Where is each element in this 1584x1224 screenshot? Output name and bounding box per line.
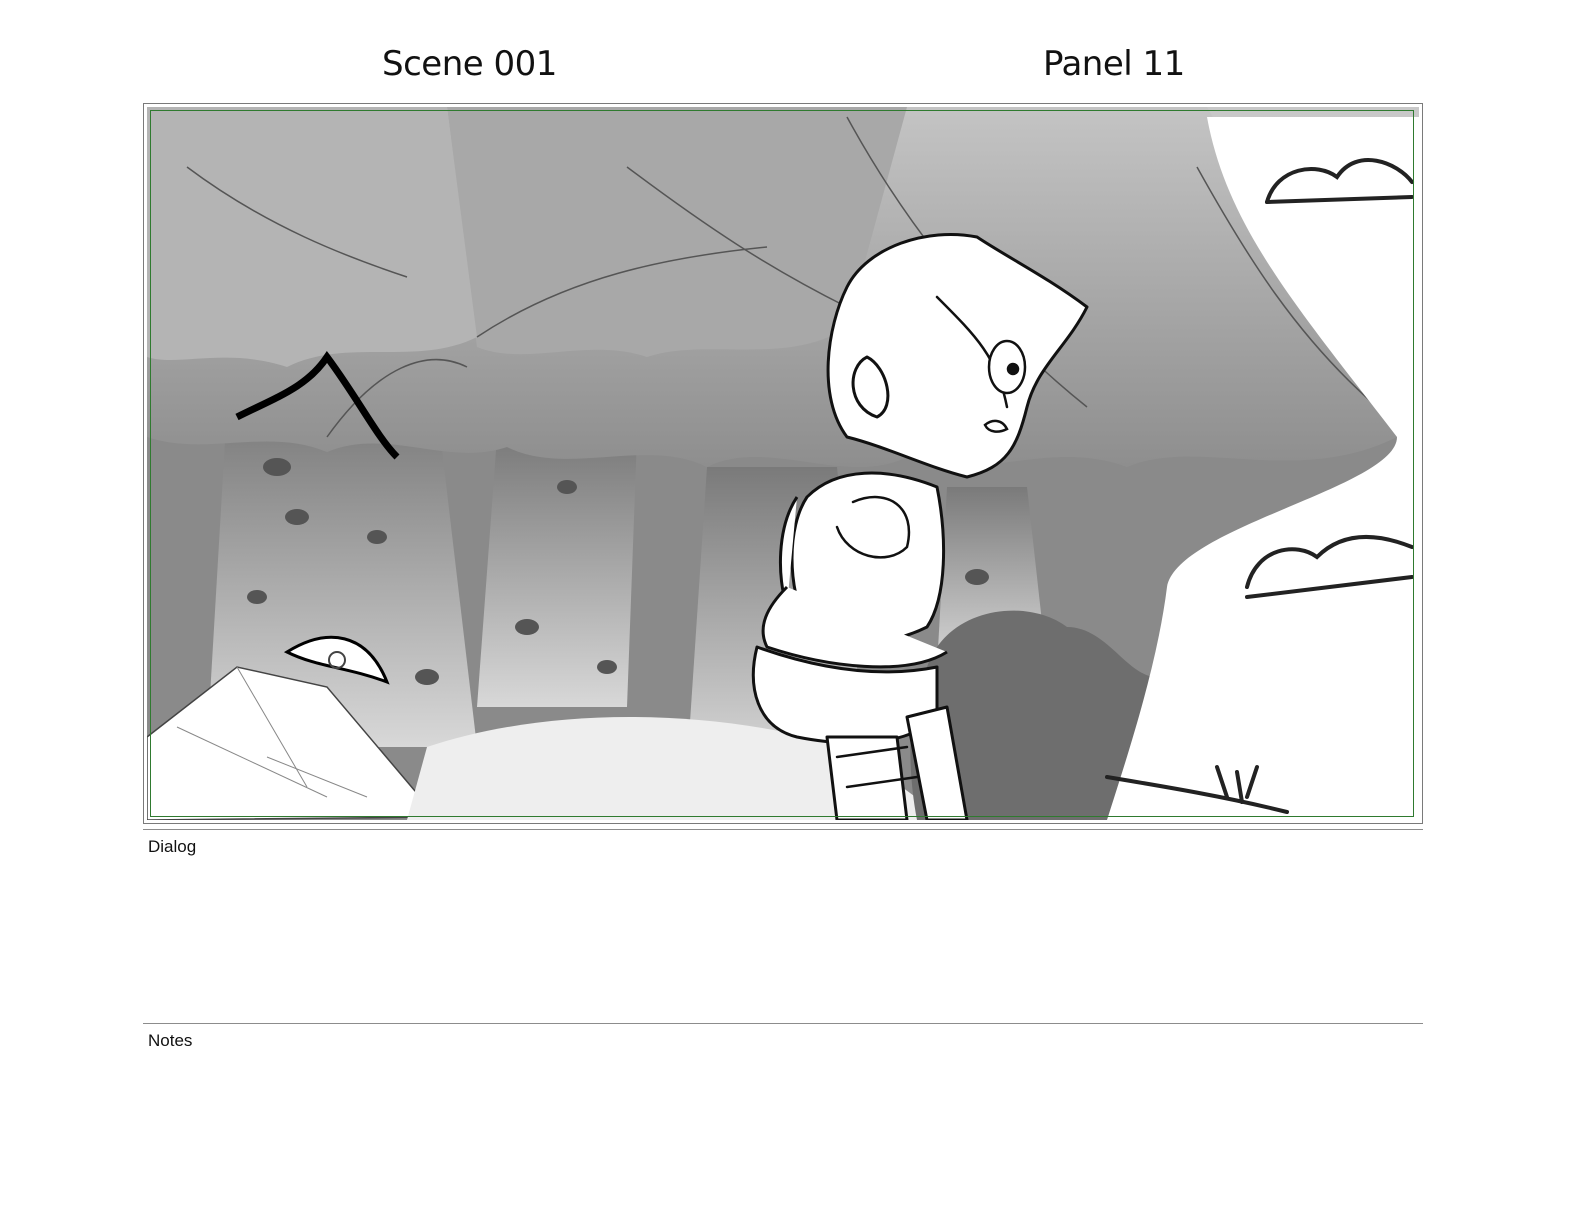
storyboard-panel	[143, 103, 1423, 824]
notes-label: Notes	[148, 1031, 193, 1050]
notes-divider	[143, 1023, 1423, 1024]
storyboard-drawing	[147, 107, 1419, 820]
dialog-label: Dialog	[148, 837, 197, 856]
panel-number: Panel 11	[1043, 44, 1185, 84]
dialog-divider	[143, 829, 1423, 830]
scene-number: Scene 001	[382, 44, 557, 84]
